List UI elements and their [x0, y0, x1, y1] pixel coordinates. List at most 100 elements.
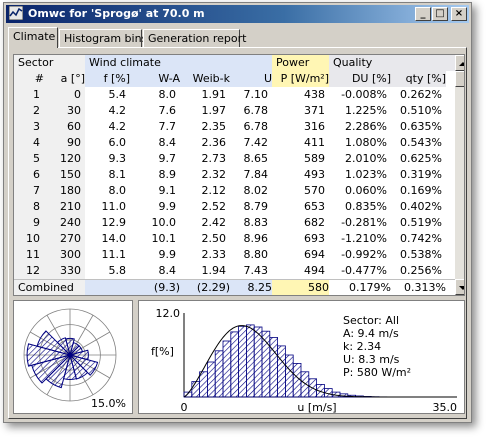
- histogram-bar: [207, 361, 216, 398]
- cell-qty: 0.510%: [400, 104, 442, 117]
- cell-weibull-k: 2.73: [201, 152, 227, 165]
- group-header-sector: Sector: [14, 55, 85, 71]
- cell-direction: 300: [44, 247, 85, 263]
- table-row[interactable]: 10 270 14.0 10.1 2.50 8.96 693 -1.210% 0.742%: [14, 231, 455, 247]
- cell-weibull-a: 8.0: [158, 88, 177, 101]
- table-row[interactable]: 11 300 11.1 9.9 2.33 8.80 694 -0.992% 0.538%: [14, 247, 455, 263]
- cell-weibull-k: 1.91: [201, 88, 227, 101]
- cell-direction: 270: [44, 231, 85, 247]
- cell-du: 1.080%: [345, 136, 387, 149]
- cell-power: 316: [304, 120, 325, 133]
- col-header-qty[interactable]: qty [%]: [391, 71, 446, 87]
- cell-weibull-k: 2.42: [201, 216, 227, 229]
- stat-mean-speed: U: 8.3 m/s: [343, 353, 400, 366]
- cell-weibull-a: 10.0: [151, 216, 177, 229]
- cell-number: 12: [14, 263, 44, 279]
- col-header-du[interactable]: DU [%]: [329, 71, 391, 87]
- window-title: Omwc for 'Sprogø' at 70.0 m: [28, 7, 205, 20]
- tab-generation-report[interactable]: Generation report: [143, 29, 246, 47]
- climate-table[interactable]: Sector Wind climate Power Quality # a [°…: [13, 54, 465, 296]
- scroll-up-button[interactable]: [455, 55, 464, 71]
- cell-direction: 180: [44, 183, 85, 199]
- col-header-weibull-a[interactable]: W-A: [130, 71, 180, 87]
- combined-f-cell: [85, 280, 130, 295]
- cell-du: -0.477%: [341, 264, 387, 277]
- vertical-scrollbar[interactable]: [455, 55, 464, 295]
- combined-mean-speed: 8.25: [230, 280, 272, 295]
- table-row[interactable]: 3 60 4.2 7.7 2.35 6.78 316 2.286% 0.635%: [14, 119, 455, 135]
- y-max-label: 12.0: [156, 307, 181, 320]
- cell-frequency: 11.0: [101, 200, 127, 213]
- cell-mean-speed: 8.02: [243, 184, 269, 197]
- cell-direction: 210: [44, 199, 85, 215]
- cell-frequency: 8.0: [108, 184, 127, 197]
- cell-number: 1: [14, 87, 44, 103]
- col-header-power-density[interactable]: P [W/m²]: [272, 71, 329, 87]
- cell-qty: 0.256%: [400, 264, 442, 277]
- table-row[interactable]: 4 90 6.0 8.4 2.36 7.42 411 1.080% 0.543%: [14, 135, 455, 151]
- histogram-bar: [246, 324, 255, 398]
- table-row[interactable]: 6 150 8.1 8.9 2.32 7.84 493 1.023% 0.319%: [14, 167, 455, 183]
- cell-power: 494: [304, 264, 325, 277]
- title-bar[interactable]: Omwc for 'Sprogø' at 70.0 m _ □ ×: [6, 5, 469, 23]
- col-header-mean-speed[interactable]: U: [230, 71, 272, 87]
- histogram-bar: [269, 337, 279, 398]
- cell-power: 682: [304, 216, 325, 229]
- wind-rose: 15.0%: [23, 308, 126, 410]
- cell-mean-speed: 7.43: [243, 264, 269, 277]
- cell-mean-speed: 7.42: [243, 136, 269, 149]
- cell-weibull-a: 9.9: [158, 248, 177, 261]
- close-button[interactable]: ×: [451, 7, 467, 21]
- cell-frequency: 14.0: [101, 232, 127, 245]
- cell-weibull-k: 2.36: [201, 136, 227, 149]
- col-header-direction[interactable]: a [°]: [44, 71, 85, 87]
- cell-power: 570: [304, 184, 325, 197]
- group-header-wind-climate: Wind climate: [85, 55, 272, 71]
- histogram-bar: [277, 345, 286, 398]
- cell-du: 0.060%: [345, 184, 387, 197]
- cell-direction: 150: [44, 167, 85, 183]
- scroll-thumb[interactable]: [455, 71, 464, 87]
- group-header-quality: Quality: [329, 55, 455, 71]
- tab-histogram-bins[interactable]: Histogram bins: [59, 29, 147, 47]
- histogram-panel: 12.0 f[%] 0 u [m/s] 35.0 Sector: All A: …: [138, 300, 465, 414]
- cell-direction: 60: [44, 119, 85, 135]
- cell-qty: 0.635%: [400, 120, 442, 133]
- maximize-button[interactable]: □: [432, 7, 448, 21]
- table-row[interactable]: 1 0 5.4 8.0 1.91 7.10 438 -0.008% 0.262%: [14, 87, 455, 103]
- table-row[interactable]: 2 30 4.2 7.6 1.97 6.78 371 1.225% 0.510%: [14, 103, 455, 119]
- y-axis-label: f[%]: [151, 345, 174, 358]
- scroll-down-button[interactable]: [455, 279, 464, 295]
- cell-weibull-a: 9.1: [158, 184, 177, 197]
- cell-number: 5: [14, 151, 44, 167]
- cell-qty: 0.402%: [400, 200, 442, 213]
- cell-mean-speed: 8.79: [243, 200, 269, 213]
- table-row[interactable]: 5 120 9.3 9.7 2.73 8.65 589 2.010% 0.625%: [14, 151, 455, 167]
- tab-climate[interactable]: Climate: [8, 27, 58, 48]
- col-header-weibull-k[interactable]: Weib-k: [180, 71, 230, 87]
- col-header-number[interactable]: #: [14, 71, 44, 87]
- combined-row[interactable]: Combined (9.3) (2.29) 8.25 580 0.179% 0.…: [14, 279, 455, 295]
- table-row[interactable]: 8 210 11.0 9.9 2.52 8.79 653 0.835% 0.402%: [14, 199, 455, 215]
- cell-du: 0.835%: [345, 200, 387, 213]
- table-row[interactable]: 9 240 12.9 10.0 2.42 8.83 682 -0.281% 0.519%: [14, 215, 455, 231]
- wind-rose-panel: 15.0%: [13, 300, 133, 414]
- cell-number: 10: [14, 231, 44, 247]
- col-header-frequency[interactable]: f [%]: [85, 71, 130, 87]
- histogram-bar: [214, 350, 224, 398]
- cell-weibull-k: 2.52: [201, 200, 227, 213]
- x-min-label: 0: [181, 401, 188, 413]
- histogram-bar: [300, 371, 310, 398]
- histogram-bar: [222, 340, 232, 398]
- minimize-button[interactable]: _: [415, 7, 431, 21]
- cell-mean-speed: 8.96: [243, 232, 269, 245]
- table-row[interactable]: 7 180 8.0 9.1 2.12 8.02 570 0.060% 0.169%: [14, 183, 455, 199]
- table-row[interactable]: 12 330 5.8 8.4 1.94 7.43 494 -0.477% 0.256%: [14, 263, 455, 279]
- cell-weibull-k: 2.35: [201, 120, 227, 133]
- cell-weibull-a: 8.4: [158, 136, 177, 149]
- arrow-up-icon: [459, 62, 464, 66]
- cell-power: 371: [304, 104, 325, 117]
- combined-label: Combined: [14, 280, 85, 295]
- combined-du: 0.179%: [349, 281, 391, 294]
- stat-weibull-a: A: 9.4 m/s: [343, 327, 399, 340]
